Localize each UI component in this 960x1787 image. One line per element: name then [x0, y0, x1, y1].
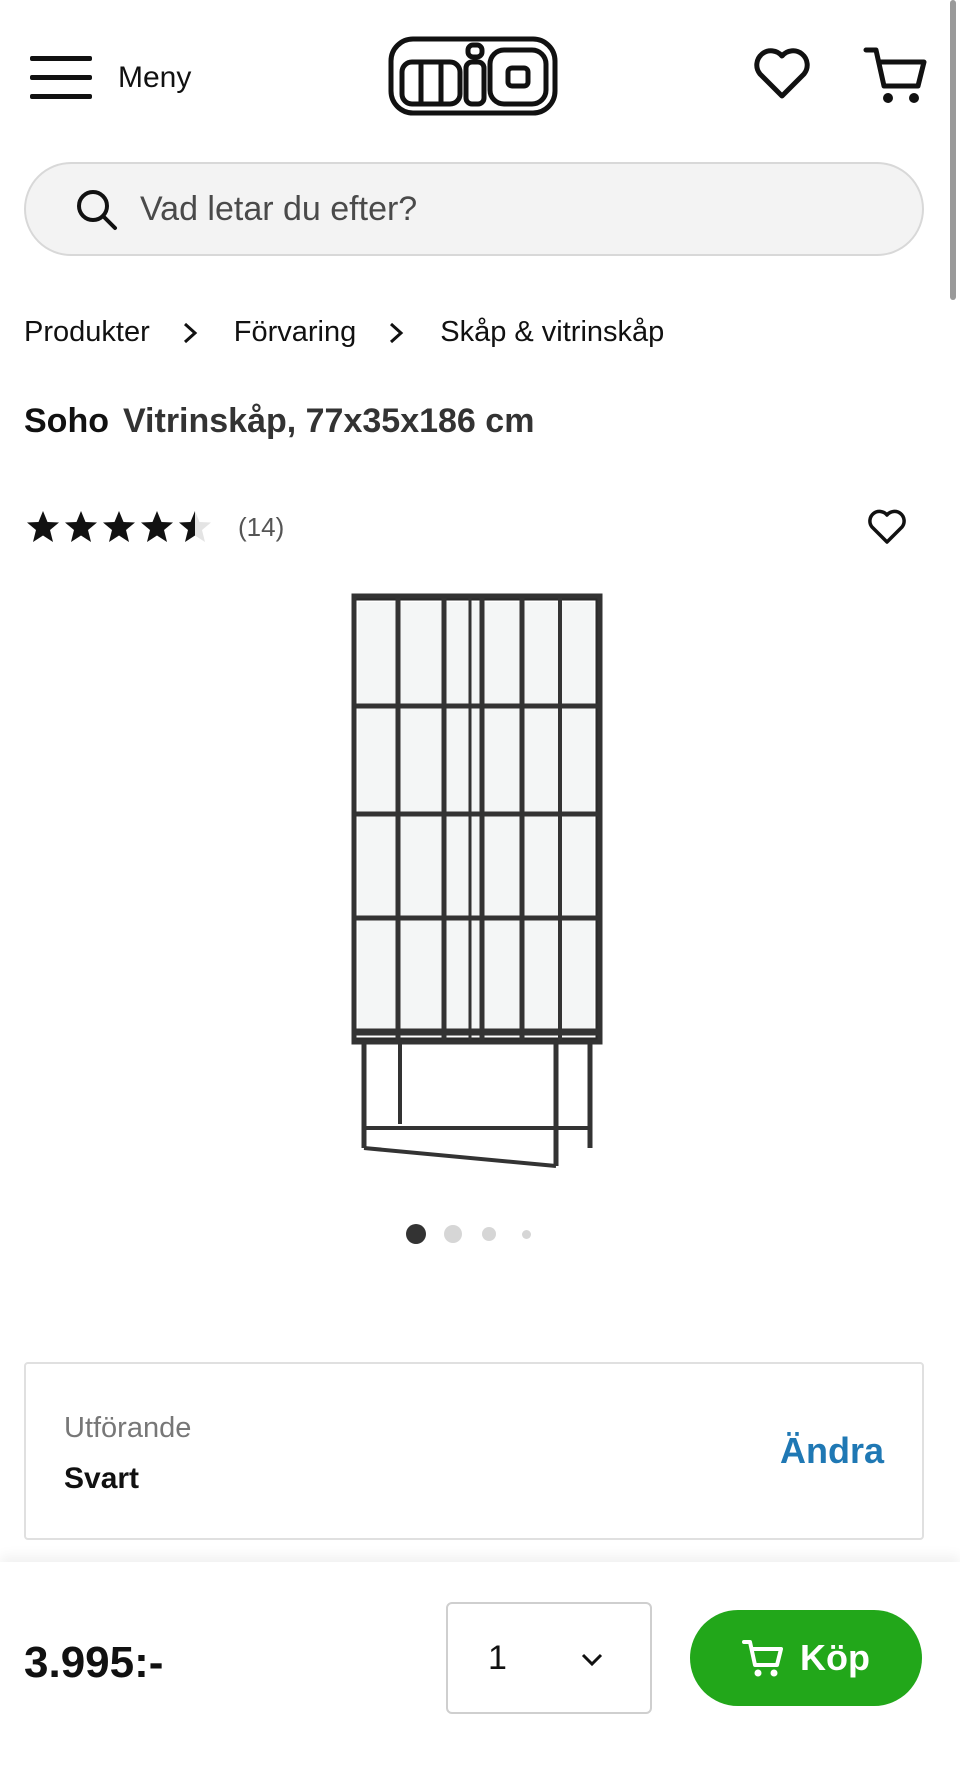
menu-label: Meny	[118, 61, 192, 94]
rating-stars[interactable]	[24, 508, 214, 546]
chevron-right-icon	[390, 322, 404, 343]
product-image[interactable]	[340, 588, 620, 1188]
quantity-select[interactable]: 1	[446, 1602, 652, 1714]
cart-icon	[742, 1640, 783, 1677]
change-variant-link[interactable]: Ändra	[780, 1430, 884, 1472]
menu-button[interactable]: Meny	[30, 48, 191, 108]
breadcrumb: Produkter Förvaring Skåp & vitrinskåp	[24, 316, 664, 349]
quantity-value: 1	[488, 1638, 507, 1677]
mio-logo[interactable]	[388, 36, 558, 116]
heart-icon	[754, 48, 810, 99]
breadcrumb-produkter[interactable]: Produkter	[24, 316, 150, 349]
review-count[interactable]: (14)	[238, 512, 284, 543]
carousel-dot-4[interactable]	[522, 1229, 531, 1239]
search-input[interactable]	[140, 189, 840, 229]
hamburger-icon	[30, 56, 92, 99]
buy-bar: 3.995:- 1 Köp	[0, 1562, 960, 1787]
variant-selector: Utförande Svart Ändra	[24, 1362, 924, 1540]
cart-icon	[863, 47, 927, 103]
product-subtitle: Vitrinskåp, 77x35x186 cm	[122, 402, 535, 440]
product-rating: (14)	[24, 508, 284, 546]
breadcrumb-skap-vitrinskap[interactable]: Skåp & vitrinskåp	[440, 316, 664, 349]
breadcrumb-forvaring[interactable]: Förvaring	[234, 316, 357, 349]
product-brand[interactable]: Soho	[24, 402, 109, 440]
star-icon	[65, 511, 97, 542]
buy-button[interactable]: Köp	[690, 1610, 922, 1706]
favorite-heart-icon[interactable]	[866, 506, 908, 548]
carousel-dot-3[interactable]	[482, 1227, 496, 1241]
search-bar[interactable]	[24, 162, 924, 256]
image-carousel-dots	[406, 1224, 549, 1244]
cart-button[interactable]	[862, 42, 928, 108]
site-header: Meny	[0, 0, 960, 150]
star-icon	[179, 511, 211, 542]
wishlist-button[interactable]	[752, 44, 812, 104]
buy-button-label: Köp	[800, 1637, 870, 1678]
chevron-right-icon	[183, 322, 197, 343]
chevron-down-icon	[581, 1653, 603, 1667]
variant-value: Svart	[64, 1462, 140, 1495]
carousel-dot-1[interactable]	[406, 1224, 426, 1244]
product-price: 3.995:-	[24, 1638, 164, 1687]
star-icon	[27, 511, 59, 542]
variant-label: Utförande	[64, 1412, 192, 1444]
star-icon	[103, 511, 135, 542]
product-title: Soho Vitrinskåp, 77x35x186 cm	[24, 402, 534, 441]
star-icon	[141, 511, 173, 542]
search-icon	[77, 190, 117, 230]
carousel-dot-2[interactable]	[444, 1225, 462, 1243]
